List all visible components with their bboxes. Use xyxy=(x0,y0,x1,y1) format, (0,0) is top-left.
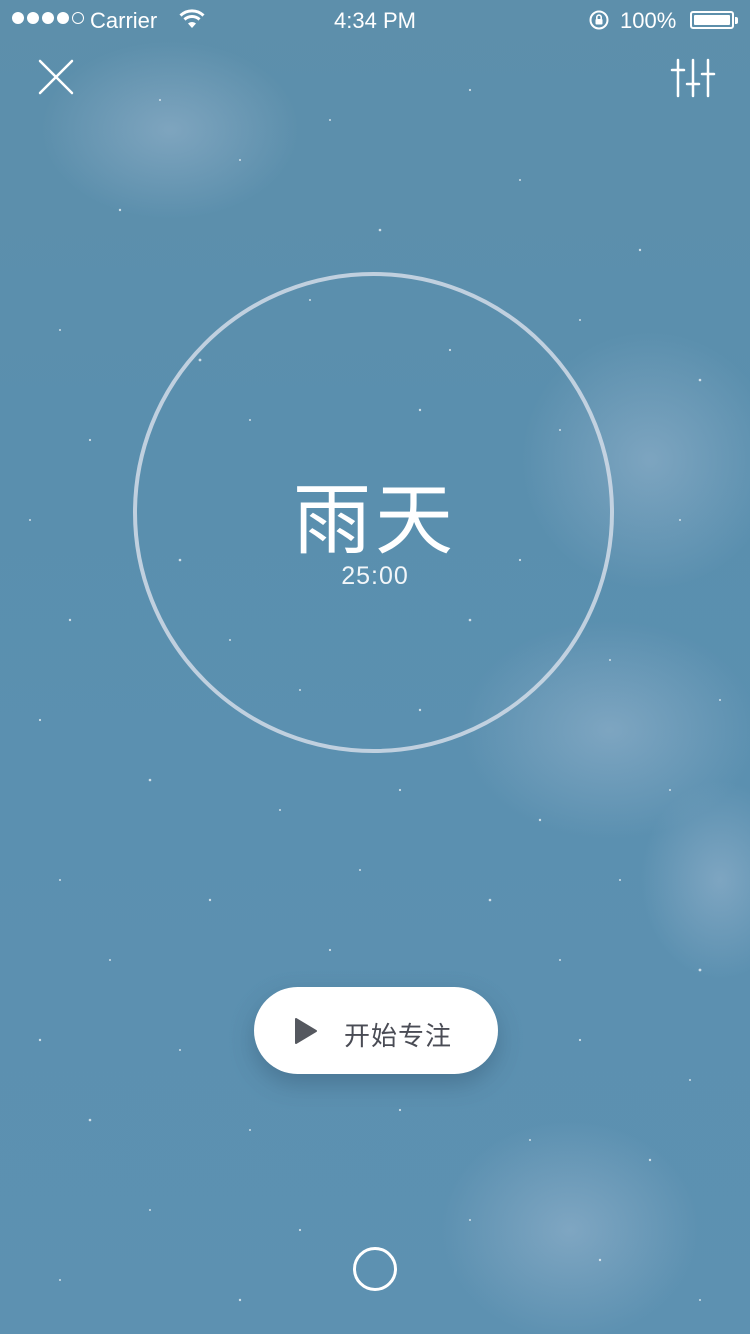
battery-icon xyxy=(690,11,738,29)
background-cloud xyxy=(440,1120,700,1334)
scene-title: 雨天 xyxy=(292,476,457,566)
background-cloud xyxy=(640,780,750,980)
sound-settings-button[interactable] xyxy=(670,56,716,100)
close-icon xyxy=(38,59,74,95)
battery-percentage: 100% xyxy=(620,8,677,33)
start-focus-button[interactable]: 开始专注 xyxy=(254,987,498,1074)
timer-countdown: 25:00 xyxy=(341,562,409,590)
bottom-circle-button[interactable] xyxy=(353,1247,397,1291)
start-focus-label: 开始专注 xyxy=(344,1022,453,1052)
background-cloud xyxy=(40,40,300,220)
sliders-icon xyxy=(670,58,716,98)
status-bar: Carrier 4:34 PM 100% xyxy=(0,0,750,40)
app-screen: Carrier 4:34 PM 100% 雨天 25:00 开始专注 xyxy=(0,0,750,1334)
rotation-lock-icon xyxy=(589,10,609,30)
play-icon xyxy=(295,1018,317,1044)
close-button[interactable] xyxy=(34,55,78,99)
